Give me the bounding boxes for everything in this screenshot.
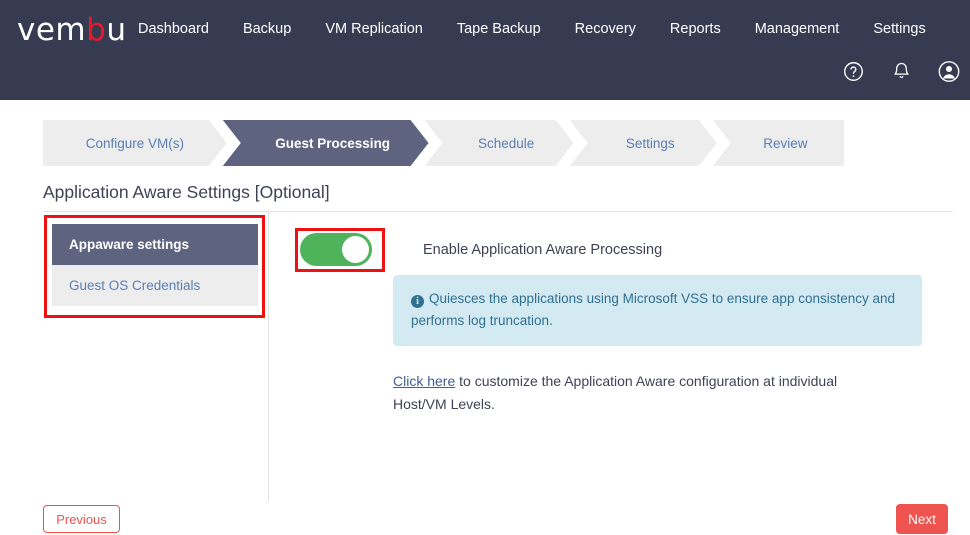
nav-item-dashboard[interactable]: Dashboard — [138, 17, 209, 41]
click-here-link[interactable]: Click here — [393, 373, 455, 389]
page-title: Application Aware Settings [Optional] — [43, 182, 330, 202]
wizard-step-schedule[interactable]: Schedule — [425, 120, 574, 166]
customize-help-rest: to customize the Application Aware confi… — [393, 373, 838, 412]
info-callout-body: i Quiesces the applications using Microso… — [411, 288, 904, 332]
wizard-step-label: Review — [763, 135, 808, 151]
enable-app-aware-processing-label: Enable Application Aware Processing — [423, 241, 663, 258]
logo-part-1: vem — [17, 12, 87, 48]
sidebar-item-appaware-settings[interactable]: Appaware settings — [52, 224, 258, 265]
title-divider — [43, 211, 953, 212]
help-icon[interactable] — [842, 60, 864, 82]
nav-item-vm-replication[interactable]: VM Replication — [325, 17, 423, 41]
wizard-step-review[interactable]: Review — [712, 120, 844, 166]
enable-app-aware-processing-toggle[interactable] — [300, 233, 372, 266]
wizard-step-guest-processing[interactable]: Guest Processing — [223, 120, 429, 166]
wizard-step-settings[interactable]: Settings — [570, 120, 717, 166]
nav-item-reports[interactable]: Reports — [670, 17, 721, 41]
nav-item-recovery[interactable]: Recovery — [575, 17, 636, 41]
nav-item-management[interactable]: Management — [755, 17, 840, 41]
wizard-step-label: Schedule — [477, 135, 535, 151]
toggle-knob — [342, 236, 369, 263]
enable-app-aware-row: Enable Application Aware Processing — [300, 233, 662, 266]
nav-item-settings[interactable]: Settings — [873, 17, 925, 41]
app-root: vembu Dashboard Backup VM Replication Ta… — [0, 0, 970, 535]
notification-bell-icon[interactable] — [890, 60, 912, 82]
customize-help-text: Click here to customize the Application … — [393, 370, 848, 416]
wizard-step-bar: Configure VM(s) Guest Processing Schedul… — [43, 120, 844, 166]
wizard-step-label: Settings — [625, 135, 675, 151]
info-circle-icon: i — [411, 295, 424, 308]
wizard-step-label: Guest Processing — [275, 135, 391, 151]
sidebar-item-guest-os-credentials[interactable]: Guest OS Credentials — [52, 265, 258, 306]
info-callout-text: Quiesces the applications using Microsof… — [411, 291, 896, 328]
nav-item-backup[interactable]: Backup — [243, 17, 291, 41]
vembu-logo[interactable]: vembu — [17, 12, 126, 48]
header-icon-group — [842, 60, 960, 82]
sidebar-item-label: Appaware settings — [69, 237, 190, 252]
next-button[interactable]: Next — [896, 504, 948, 534]
logo-part-2: u — [106, 12, 127, 48]
logo-part-accent: b — [86, 12, 107, 48]
sidebar-item-label: Guest OS Credentials — [69, 278, 201, 293]
main-navigation: Dashboard Backup VM Replication Tape Bac… — [138, 17, 926, 41]
previous-button[interactable]: Previous — [43, 505, 120, 533]
wizard-step-configure-vms[interactable]: Configure VM(s) — [43, 120, 227, 166]
nav-item-tape-backup[interactable]: Tape Backup — [457, 17, 541, 41]
top-header-bar: vembu Dashboard Backup VM Replication Ta… — [0, 0, 970, 100]
info-callout: i Quiesces the applications using Microso… — [393, 275, 922, 346]
wizard-step-label: Configure VM(s) — [85, 135, 185, 151]
user-account-icon[interactable] — [938, 60, 960, 82]
settings-subnav: Appaware settings Guest OS Credentials — [52, 224, 258, 306]
content-vertical-divider — [268, 212, 269, 502]
